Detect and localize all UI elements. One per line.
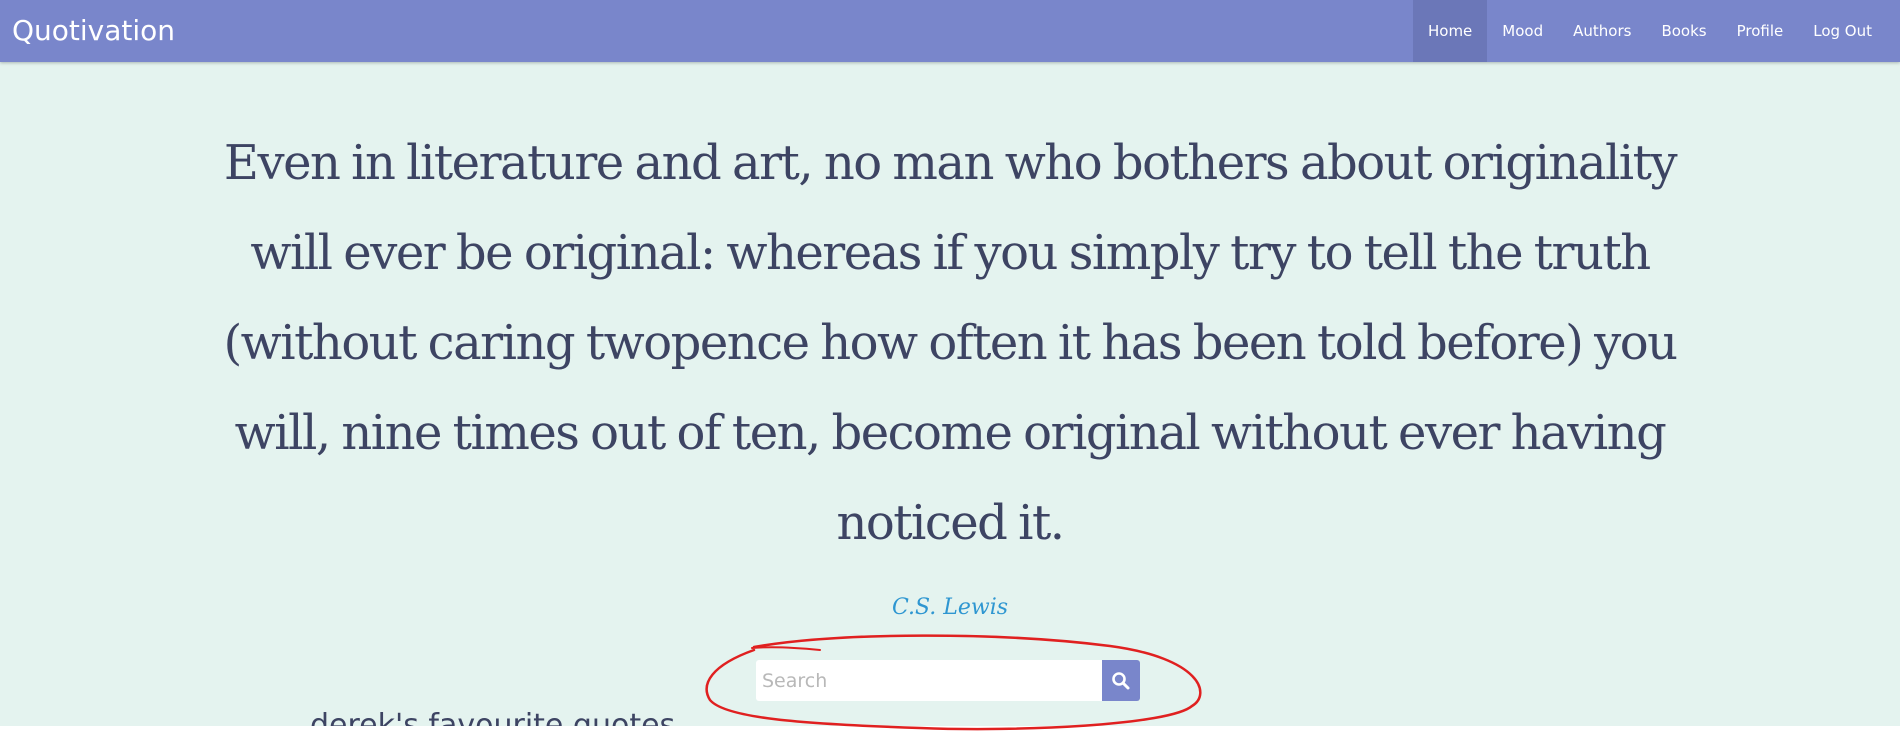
search-button[interactable] [1102, 660, 1140, 701]
quote-line: will ever be original: whereas if you si… [250, 225, 1651, 281]
quote-author-link[interactable]: C.S. Lewis [0, 595, 1900, 620]
quote-line: (without caring twopence how often it ha… [223, 315, 1678, 371]
quote-line: will, nine times out of ten, become orig… [234, 405, 1667, 461]
navbar: Quotivation Home Mood Authors Books Prof… [0, 0, 1900, 62]
quote-line: Even in literature and art, no man who b… [223, 135, 1678, 191]
quote-line: noticed it. [836, 495, 1065, 551]
annotation-stroke [751, 646, 821, 651]
search-input[interactable] [756, 660, 1102, 701]
quote-block: Even in literature and art, no man who b… [200, 118, 1700, 568]
search-icon [1112, 671, 1130, 689]
nav-item-profile[interactable]: Profile [1722, 0, 1799, 62]
nav-item-authors[interactable]: Authors [1558, 0, 1646, 62]
nav-links: Home Mood Authors Books Profile Log Out [1412, 0, 1887, 62]
quote-text: Even in literature and art, no man who b… [200, 118, 1700, 568]
nav-item-log-out[interactable]: Log Out [1798, 0, 1887, 62]
brand-logo[interactable]: Quotivation [12, 12, 175, 50]
nav-item-mood[interactable]: Mood [1487, 0, 1558, 62]
page-bottom-edge [0, 726, 1900, 732]
nav-item-books[interactable]: Books [1646, 0, 1721, 62]
search-group [756, 660, 1140, 701]
nav-item-home[interactable]: Home [1412, 0, 1488, 62]
